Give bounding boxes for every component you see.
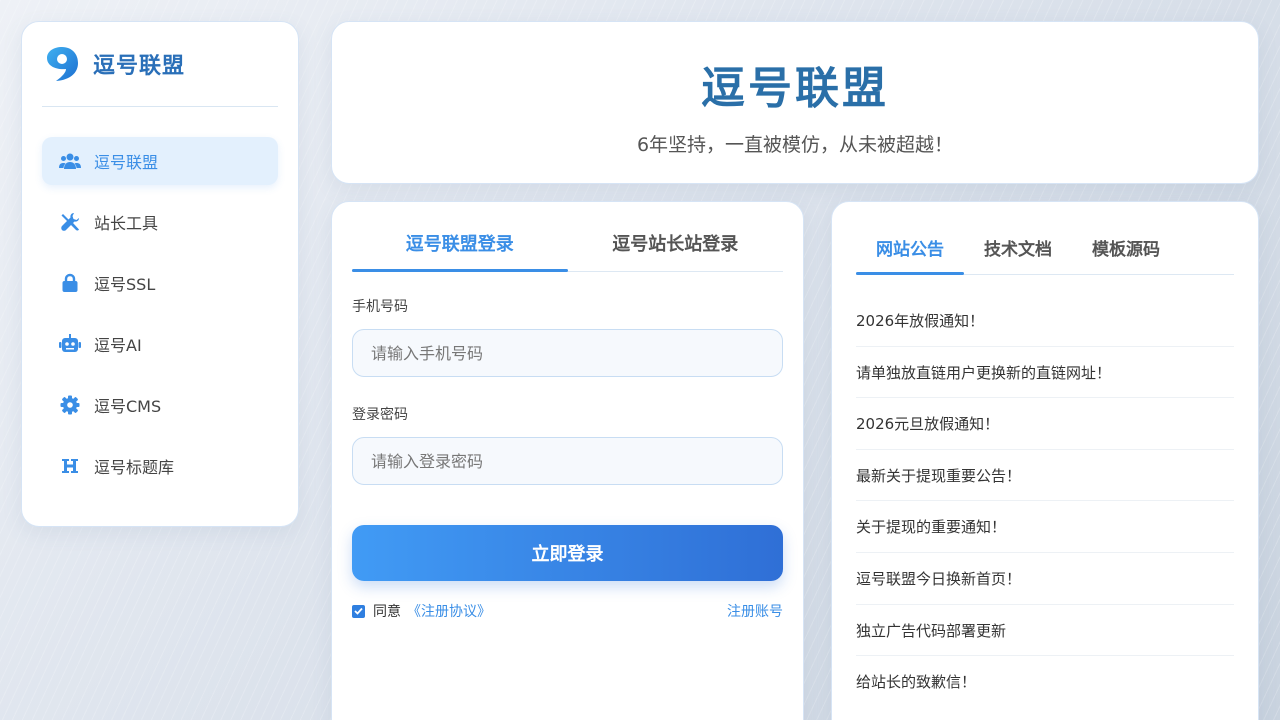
lock-icon xyxy=(58,271,82,295)
password-input[interactable] xyxy=(352,437,783,485)
sidebar-item-ai[interactable]: 逗号AI xyxy=(42,320,278,368)
sidebar-item-title-library[interactable]: 逗号标题库 xyxy=(42,442,278,490)
sidebar-item-label: 逗号CMS xyxy=(94,397,162,416)
page-title: 逗号联盟 xyxy=(701,63,889,114)
sidebar-item-douhao-lianmeng[interactable]: 逗号联盟 xyxy=(42,137,278,185)
check-icon xyxy=(354,607,363,615)
phone-input[interactable] xyxy=(352,329,783,377)
list-item[interactable]: 给站长的致歉信！ xyxy=(856,656,1234,708)
notice-panel: 网站公告 技术文档 模板源码 2026年放假通知！ 请单独放直链用户更换新的直链… xyxy=(831,201,1259,720)
notice-list: 2026年放假通知！ 请单独放直链用户更换新的直链网址！ 2026元旦放假通知！… xyxy=(856,295,1234,708)
hero-header: 逗号联盟 6年坚持，一直被模仿，从未被超越！ xyxy=(331,21,1259,184)
agree-text: 同意 xyxy=(373,604,401,620)
list-item[interactable]: 请单独放直链用户更换新的直链网址！ xyxy=(856,347,1234,399)
tab-tech-docs[interactable]: 技术文档 xyxy=(964,232,1072,274)
sidebar-item-label: 逗号标题库 xyxy=(94,458,175,477)
heading-icon xyxy=(58,454,82,478)
logo-icon xyxy=(47,47,78,81)
sidebar-item-ssl[interactable]: 逗号SSL xyxy=(42,259,278,307)
list-item[interactable]: 逗号联盟今日换新首页！ xyxy=(856,553,1234,605)
phone-label: 手机号码 xyxy=(352,299,408,315)
sidebar-item-cms[interactable]: 逗号CMS xyxy=(42,381,278,429)
list-item[interactable]: 2026年放假通知！ xyxy=(856,295,1234,347)
notice-tabs: 网站公告 技术文档 模板源码 xyxy=(856,232,1234,275)
sidebar-item-label: 站长工具 xyxy=(94,214,159,233)
tools-icon xyxy=(58,210,82,234)
sidebar: 逗号联盟 逗号联盟 站长工具 逗号SSL 逗号AI 逗号CMS 逗号标题库 xyxy=(21,21,299,527)
tab-site-notice[interactable]: 网站公告 xyxy=(856,232,964,275)
register-link[interactable]: 注册账号 xyxy=(727,601,783,621)
robot-icon xyxy=(58,332,82,356)
login-tabs: 逗号联盟登录 逗号站长站登录 xyxy=(352,226,783,272)
list-item[interactable]: 关于提现的重要通知！ xyxy=(856,501,1234,553)
sidebar-item-label: 逗号联盟 xyxy=(94,153,159,172)
login-button[interactable]: 立即登录 xyxy=(352,525,783,581)
login-panel: 逗号联盟登录 逗号站长站登录 手机号码 登录密码 立即登录 同意 《注册协议》 … xyxy=(331,201,804,720)
list-item[interactable]: 最新关于提现重要公告！ xyxy=(856,450,1234,502)
agreement-link[interactable]: 《注册协议》 xyxy=(407,601,491,621)
gear-icon xyxy=(58,393,82,417)
sidebar-nav: 逗号联盟 站长工具 逗号SSL 逗号AI 逗号CMS 逗号标题库 xyxy=(42,137,278,490)
tab-alliance-login[interactable]: 逗号联盟登录 xyxy=(352,226,568,272)
users-icon xyxy=(58,149,82,173)
tab-webmaster-login[interactable]: 逗号站长站登录 xyxy=(568,226,784,271)
brand[interactable]: 逗号联盟 xyxy=(42,22,278,107)
sidebar-item-label: 逗号SSL xyxy=(94,275,156,294)
tab-template-source[interactable]: 模板源码 xyxy=(1072,232,1180,274)
page-subtitle: 6年坚持，一直被模仿，从未被超越！ xyxy=(636,134,954,156)
agree-checkbox[interactable] xyxy=(352,604,365,618)
list-item[interactable]: 独立广告代码部署更新 xyxy=(856,605,1234,657)
password-label: 登录密码 xyxy=(352,407,408,423)
sidebar-item-label: 逗号AI xyxy=(94,336,142,355)
list-item[interactable]: 2026元旦放假通知！ xyxy=(856,398,1234,450)
sidebar-item-webmaster-tools[interactable]: 站长工具 xyxy=(42,198,278,246)
agreement-row: 同意 《注册协议》 注册账号 xyxy=(352,601,783,621)
brand-name: 逗号联盟 xyxy=(93,54,186,79)
